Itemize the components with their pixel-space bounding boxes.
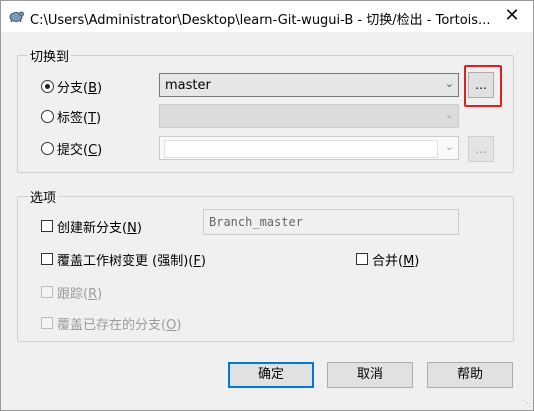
track-checkbox[interactable]: [41, 286, 53, 298]
tag-radio[interactable]: [41, 110, 54, 123]
branch-browse-button[interactable]: ...: [468, 72, 494, 98]
chevron-down-icon: ⌄: [444, 77, 454, 90]
resize-grip-icon[interactable]: ⋱: [522, 399, 532, 409]
commit-input-box: [164, 140, 438, 158]
commit-radio[interactable]: [41, 142, 54, 155]
branch-select-value: master: [165, 78, 211, 93]
override-branch-label[interactable]: 覆盖已存在的分支(O): [57, 314, 181, 333]
window-title: C:\Users\Administrator\Desktop\learn-Git…: [30, 13, 491, 28]
overwrite-changes-label[interactable]: 覆盖工作树变更 (强制)(F): [57, 250, 206, 269]
branch-select[interactable]: master ⌄: [159, 73, 459, 97]
override-branch-checkbox[interactable]: [41, 317, 53, 329]
overwrite-changes-checkbox[interactable]: [41, 253, 53, 265]
commit-label[interactable]: 提交(C): [57, 139, 102, 158]
tag-label[interactable]: 标签(T): [57, 107, 101, 126]
commit-select[interactable]: ⌄: [159, 136, 459, 160]
close-button[interactable]: ✕: [500, 4, 524, 28]
create-branch-checkbox[interactable]: [41, 220, 53, 232]
merge-label[interactable]: 合并(M): [372, 250, 419, 269]
branch-label[interactable]: 分支(B): [57, 77, 102, 96]
cancel-button[interactable]: 取消: [327, 362, 413, 388]
new-branch-name-field[interactable]: Branch_master: [203, 209, 459, 235]
help-button[interactable]: 帮助: [427, 362, 513, 388]
branch-radio[interactable]: [41, 80, 54, 93]
track-label[interactable]: 跟踪(R): [57, 283, 102, 302]
merge-checkbox[interactable]: [356, 253, 368, 265]
chevron-down-icon: ⌄: [444, 140, 454, 153]
chevron-down-icon: ⌄: [444, 108, 454, 121]
options-group-title: 选项: [28, 187, 59, 206]
ok-button[interactable]: 确定: [228, 362, 314, 388]
switch-to-group-title: 切换到: [28, 46, 72, 65]
tag-select[interactable]: ⌄: [159, 104, 459, 128]
create-branch-label[interactable]: 创建新分支(N): [57, 217, 142, 236]
tortoise-git-icon: [9, 11, 24, 23]
commit-browse-button[interactable]: ...: [468, 136, 494, 162]
